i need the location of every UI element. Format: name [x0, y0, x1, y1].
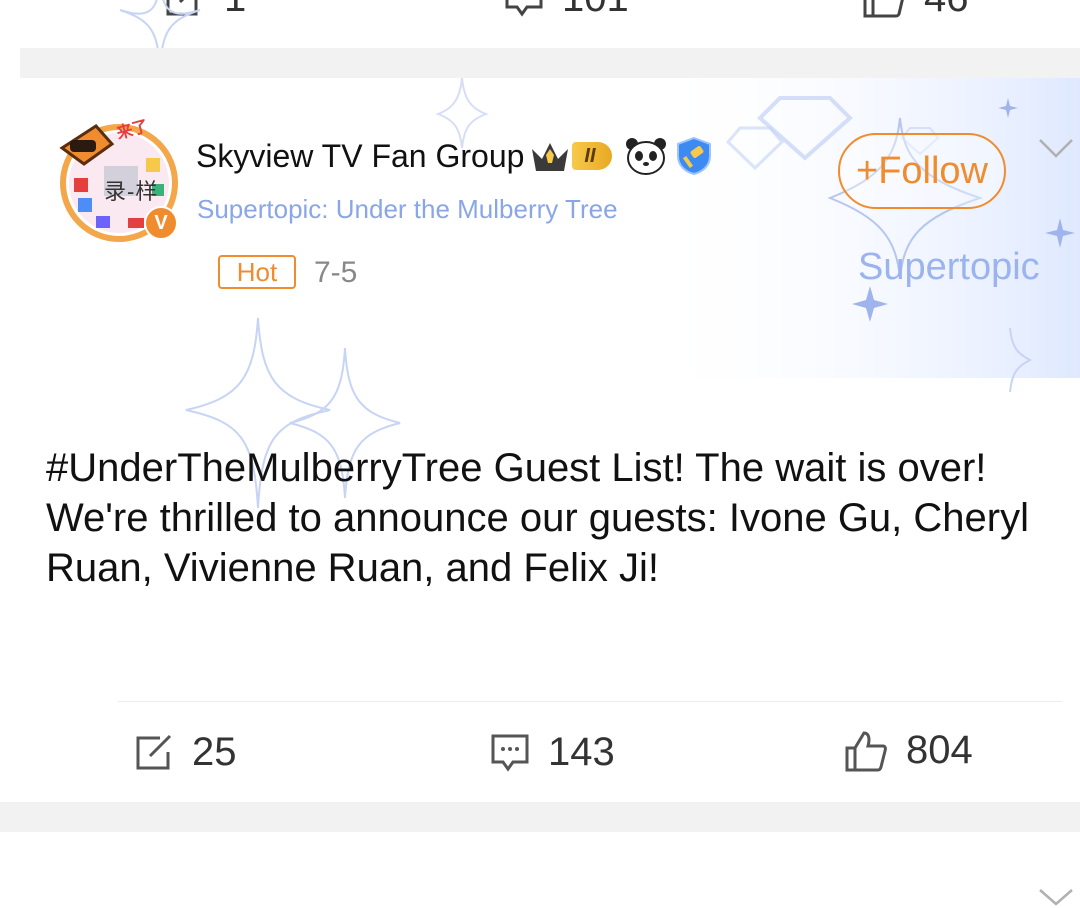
actions-divider: [118, 701, 1062, 702]
chevron-down-icon[interactable]: [1038, 138, 1074, 160]
repost-count: 25: [192, 730, 237, 774]
follow-button[interactable]: +Follow: [838, 133, 1006, 209]
avatar-text: 录-样: [104, 179, 159, 204]
feed-separator-bottom: [0, 802, 1080, 832]
author-avatar[interactable]: 来了 录-样 V: [56, 118, 182, 244]
repost-icon: [136, 734, 172, 769]
verified-badge-icon: V: [144, 206, 178, 240]
next-post-chevron-down-icon[interactable]: [1038, 888, 1074, 908]
hot-badge: Hot: [218, 255, 296, 289]
prev-post-actions: 1 101 46: [0, 0, 1080, 20]
prev-repost-count: 1: [224, 0, 246, 21]
like-count: 804: [906, 728, 973, 772]
comment-action[interactable]: 143: [490, 730, 615, 775]
author-name[interactable]: Skyview TV Fan Group: [196, 138, 524, 175]
post-card: 来了 录-样 V Skyview TV Fan Group II Superto…: [0, 78, 1080, 802]
thumbs-up-icon: [863, 0, 904, 18]
comment-count: 143: [548, 730, 615, 774]
panda-icon: [625, 138, 666, 175]
feed-separator: [20, 48, 1080, 78]
supertopic-corner-label: Supertopic: [858, 246, 1040, 288]
follow-label: +Follow: [856, 149, 988, 192]
comment-icon: [491, 734, 529, 772]
post-date: 7-5: [314, 256, 358, 289]
post-body: #UnderTheMulberryTree Guest List! The wa…: [46, 446, 1029, 590]
comment-icon: [505, 0, 543, 17]
prev-repost-action[interactable]: 1: [162, 0, 246, 21]
prev-comment-action[interactable]: 101: [504, 0, 629, 21]
hot-label: Hot: [236, 256, 278, 287]
prev-like-action[interactable]: 46: [862, 0, 969, 21]
supertopic-link[interactable]: Supertopic: Under the Mulberry Tree: [197, 194, 618, 225]
prev-like-count: 46: [924, 0, 969, 21]
level-badge: II: [572, 142, 612, 170]
thumbs-up-icon: [845, 730, 887, 771]
prev-comment-count: 101: [562, 0, 629, 21]
like-action[interactable]: 804: [844, 728, 973, 773]
author-name-row: Skyview TV Fan Group II: [196, 134, 714, 178]
repost-action[interactable]: 25: [134, 730, 237, 775]
shield-hammer-icon: [676, 136, 711, 176]
crown-icon: [532, 143, 569, 171]
repost-icon: [166, 0, 198, 16]
